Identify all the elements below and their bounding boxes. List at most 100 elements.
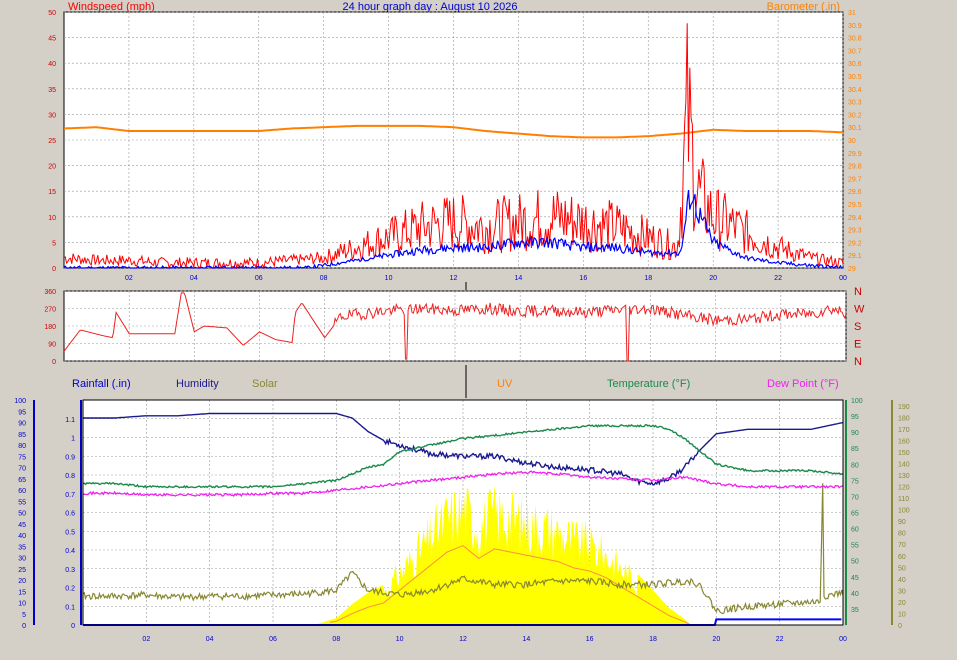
wind-y-tick: 10: [48, 215, 56, 222]
wind-x-tick: 08: [320, 275, 328, 282]
temp-y-tick: 80: [851, 462, 859, 469]
solar-y-tick: 110: [898, 496, 909, 503]
humidity-y-tick: 50: [18, 511, 26, 518]
sensor-x-tick: 04: [206, 636, 214, 643]
direction-y-tick: 0: [52, 359, 56, 366]
wind-y-tick: 40: [48, 61, 56, 68]
compass-label: N: [854, 356, 862, 368]
wind-y-tick: 45: [48, 36, 56, 43]
barometer-label: Barometer (.in): [767, 1, 840, 13]
temp-y-tick: 60: [851, 527, 859, 534]
baro-y-tick: 30.9: [848, 23, 862, 30]
rain-y-tick: 1.1: [65, 417, 75, 424]
solar-y-tick: 120: [898, 485, 910, 492]
humidity-y-tick: 5: [22, 612, 26, 619]
humidity-y-tick: 75: [18, 454, 26, 461]
sensor-x-tick: 00: [839, 636, 847, 643]
baro-y-tick: 30.5: [848, 74, 862, 81]
sensor-x-tick: 20: [712, 636, 720, 643]
wind-y-tick: 30: [48, 112, 56, 119]
wind-x-tick: 00: [839, 275, 847, 282]
baro-y-tick: 29: [848, 266, 856, 273]
rain-y-tick: 0.8: [65, 473, 75, 480]
baro-y-tick: 30.3: [848, 100, 862, 107]
wind-x-tick: 20: [709, 275, 717, 282]
solar-y-tick: 190: [898, 404, 910, 411]
baro-y-tick: 30.8: [848, 36, 862, 43]
temp-y-tick: 90: [851, 430, 859, 437]
humidity-label: Humidity: [176, 378, 219, 390]
baro-y-tick: 29.9: [848, 151, 862, 158]
solar-y-tick: 140: [898, 461, 910, 468]
humidity-y-tick: 65: [18, 477, 26, 484]
wind-x-tick: 12: [450, 275, 458, 282]
humidity-y-tick: 45: [18, 522, 26, 529]
direction-y-tick: 270: [44, 307, 56, 314]
temp-y-tick: 55: [851, 543, 859, 550]
sensor-x-tick: 12: [459, 636, 467, 643]
humidity-y-tick: 70: [18, 466, 26, 473]
baro-y-tick: 30.2: [848, 112, 862, 119]
solar-label: Solar: [252, 378, 278, 390]
sensor-x-tick: 02: [142, 636, 150, 643]
windspeed-label: Windspeed (mph): [68, 1, 155, 13]
solar-y-tick: 20: [898, 600, 906, 607]
rain-y-tick: 0.9: [65, 454, 75, 461]
wind-x-tick: 22: [774, 275, 782, 282]
baro-y-tick: 29.1: [848, 253, 862, 260]
temp-y-tick: 85: [851, 446, 859, 453]
rain-y-tick: 0.3: [65, 567, 75, 574]
wind-y-tick: 50: [48, 10, 56, 17]
humidity-y-tick: 25: [18, 567, 26, 574]
humidity-y-tick: 100: [14, 398, 26, 405]
wind-y-tick: 20: [48, 164, 56, 171]
solar-y-tick: 80: [898, 531, 906, 538]
baro-y-tick: 29.6: [848, 189, 862, 196]
baro-y-tick: 29.5: [848, 202, 862, 209]
baro-y-tick: 29.7: [848, 176, 862, 183]
baro-y-tick: 30.4: [848, 87, 862, 94]
humidity-y-tick: 80: [18, 443, 26, 450]
sensor-x-tick: 16: [586, 636, 594, 643]
uv-label: UV: [497, 378, 513, 390]
solar-y-tick: 100: [898, 508, 910, 515]
solar-y-tick: 130: [898, 473, 910, 480]
humidity-y-tick: 15: [18, 589, 26, 596]
temp-y-tick: 95: [851, 414, 859, 421]
solar-y-tick: 160: [898, 438, 910, 445]
wind-y-tick: 0: [52, 266, 56, 273]
compass-label: W: [854, 304, 865, 316]
solar-y-tick: 60: [898, 554, 906, 561]
wind-x-tick: 04: [190, 275, 198, 282]
rain-y-tick: 0.4: [65, 548, 75, 555]
rainfall-label: Rainfall (.in): [72, 378, 131, 390]
wind-x-tick: 10: [385, 275, 393, 282]
baro-y-tick: 29.4: [848, 215, 862, 222]
direction-y-tick: 90: [48, 342, 56, 349]
solar-y-tick: 90: [898, 519, 906, 526]
direction-y-tick: 360: [44, 289, 56, 296]
wind-y-tick: 35: [48, 87, 56, 94]
temp-y-tick: 40: [851, 591, 859, 598]
weather-chart: 24 hour graph day : August 10 2026 Winds…: [14, 1, 910, 643]
temp-y-tick: 70: [851, 494, 859, 501]
baro-y-tick: 30.1: [848, 125, 862, 132]
sensor-x-tick: 22: [776, 636, 784, 643]
compass-label: S: [854, 321, 861, 333]
solar-y-tick: 170: [898, 427, 910, 434]
solar-y-tick: 0: [898, 623, 902, 630]
wind-y-tick: 25: [48, 138, 56, 145]
temp-y-tick: 100: [851, 398, 863, 405]
rain-y-tick: 0.2: [65, 586, 75, 593]
wind-y-tick: 15: [48, 189, 56, 196]
humidity-y-tick: 85: [18, 432, 26, 439]
chart-title: 24 hour graph day : August 10 2026: [343, 1, 518, 13]
humidity-y-tick: 30: [18, 556, 26, 563]
baro-y-tick: 30: [848, 138, 856, 145]
rain-y-tick: 0.6: [65, 511, 75, 518]
solar-y-tick: 70: [898, 542, 906, 549]
humidity-y-tick: 10: [18, 601, 26, 608]
sensor-x-tick: 06: [269, 636, 277, 643]
direction-y-tick: 180: [44, 324, 56, 331]
solar-y-tick: 40: [898, 577, 906, 584]
